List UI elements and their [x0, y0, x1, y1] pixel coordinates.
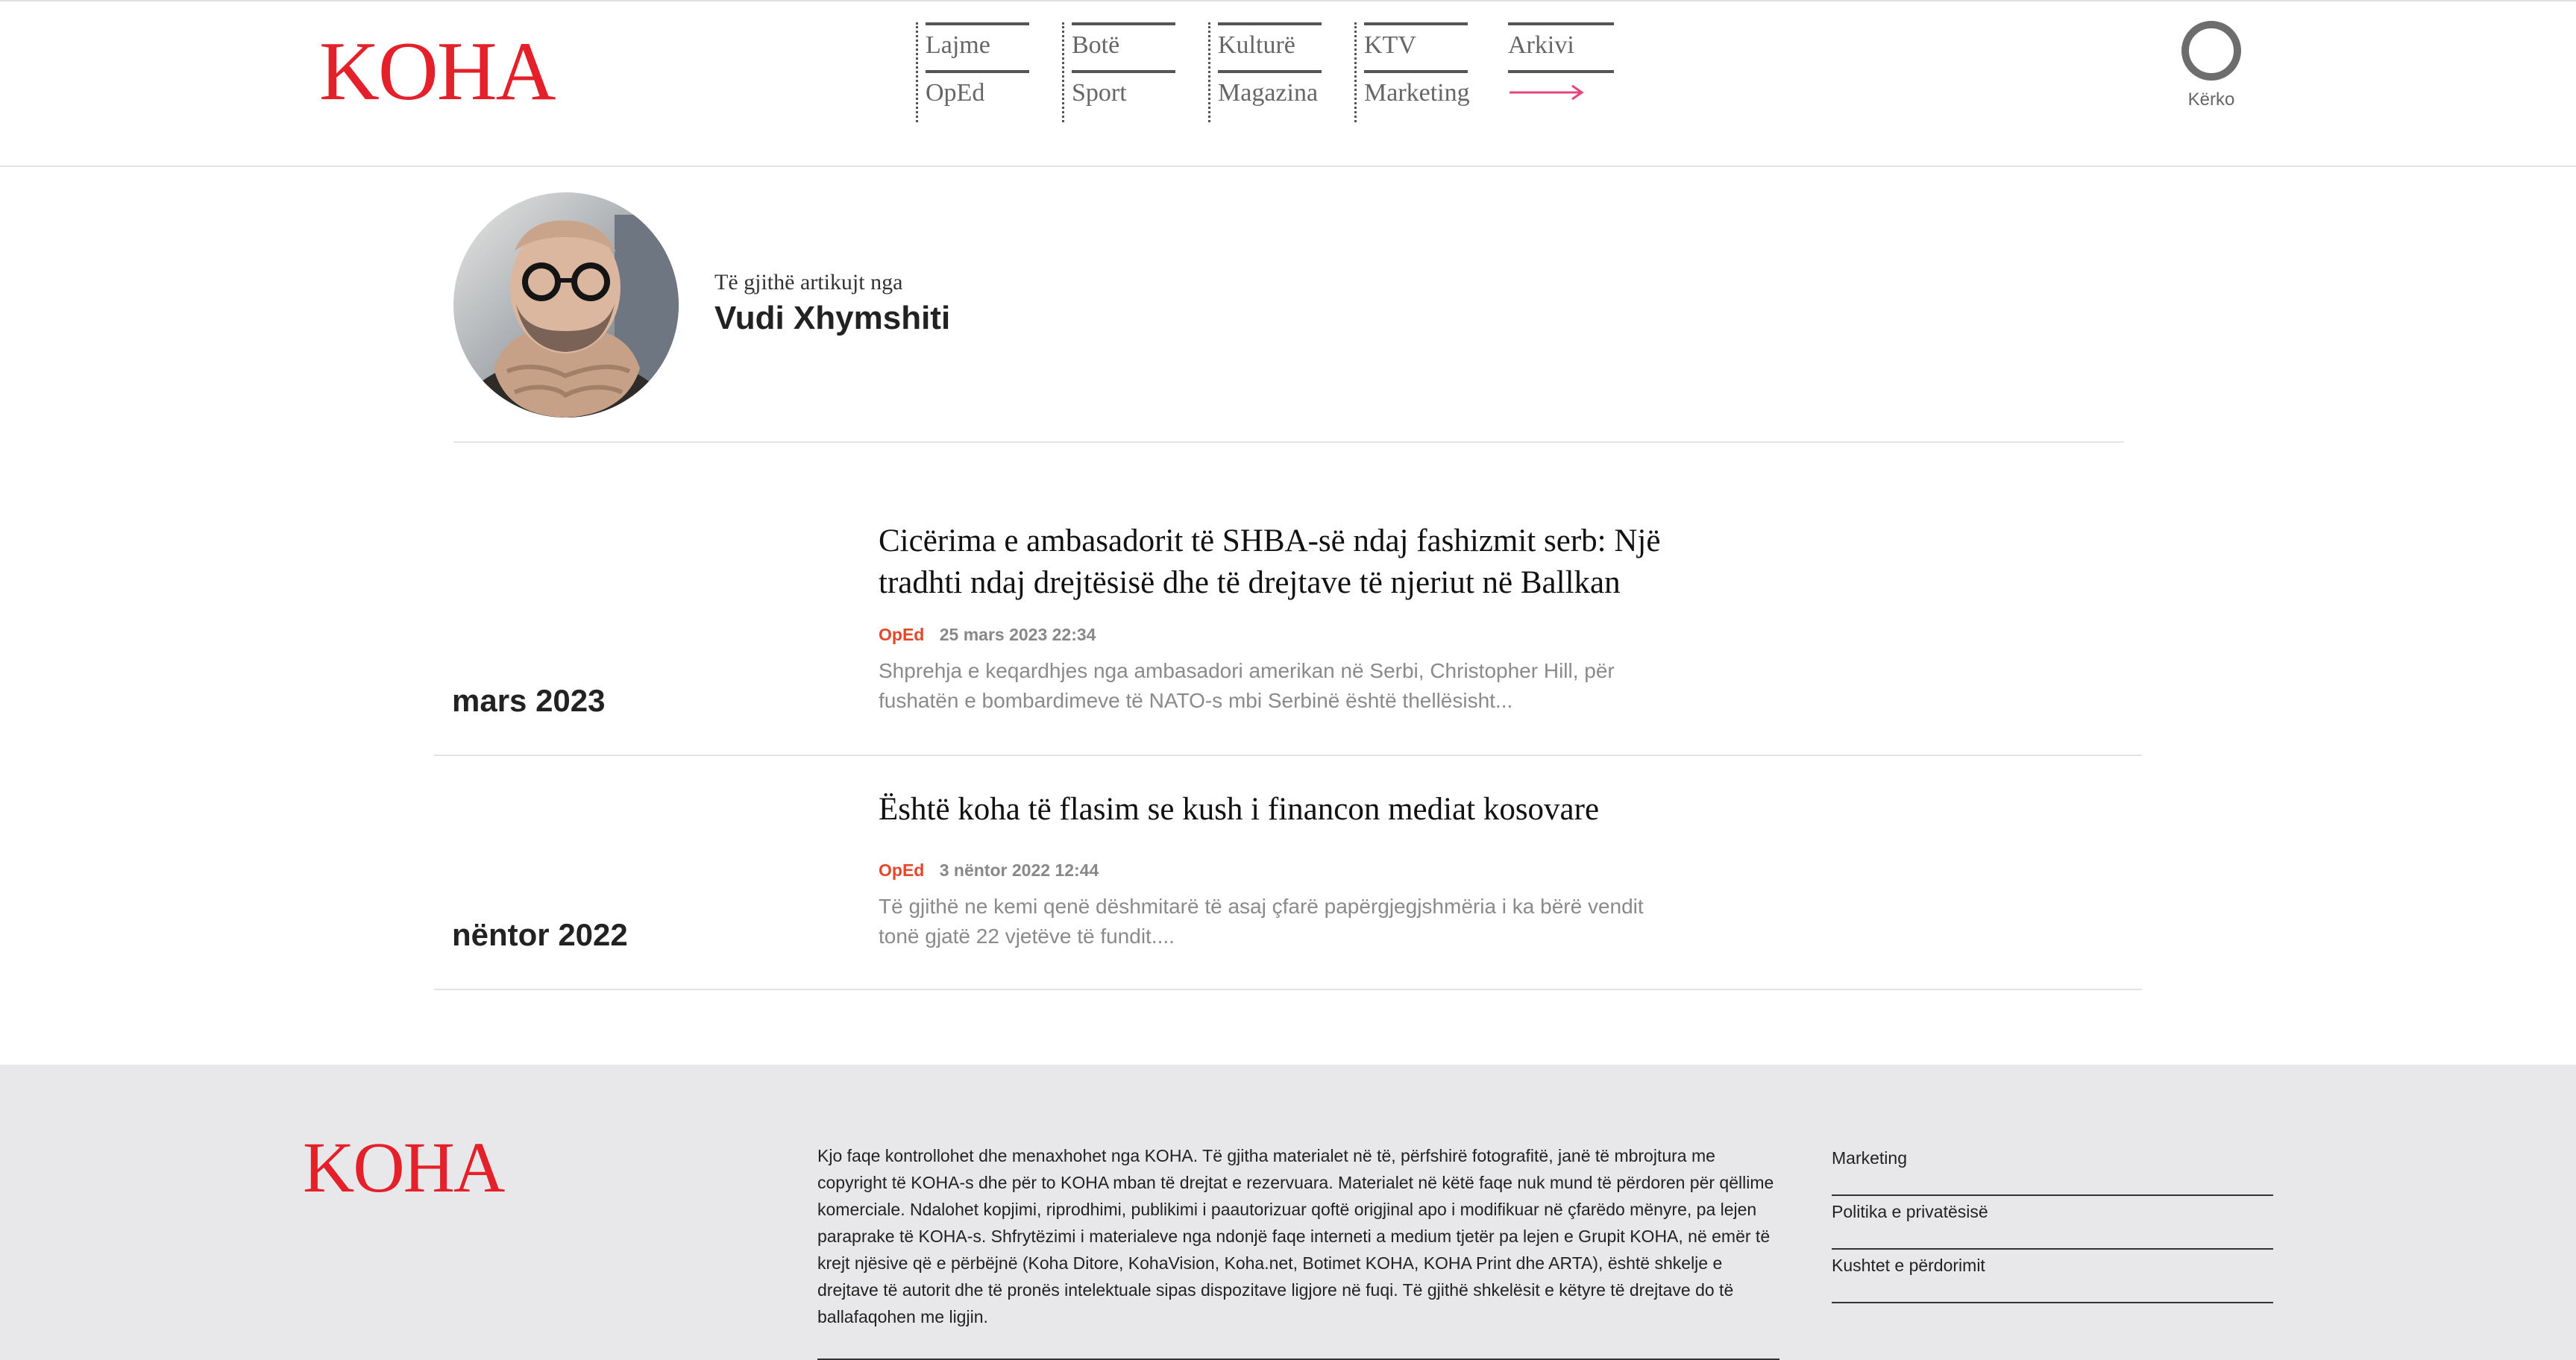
author-intro: Të gjithë artikujt nga — [714, 270, 903, 295]
nav-column-5: Arkivi — [1501, 22, 1614, 122]
nav-more-link[interactable] — [1508, 70, 1614, 118]
search-button[interactable]: Kërko — [2178, 21, 2245, 110]
nav-column-3: Kulturë Magazina — [1208, 22, 1322, 122]
nav-link-ktv[interactable]: KTV — [1364, 22, 1468, 70]
search-label: Kërko — [2187, 89, 2235, 110]
nav-link-marketing[interactable]: Marketing — [1364, 70, 1470, 118]
site-footer: KOHA Kjo faqe kontrollohet dhe menaxhohe… — [0, 1065, 2576, 1360]
footer-link-marketing[interactable]: Marketing — [1832, 1142, 2273, 1196]
author-name: Vudi Xhymshiti — [714, 300, 951, 336]
nav-link-magazina[interactable]: Magazina — [1218, 70, 1322, 118]
article-month: nëntor 2022 — [452, 917, 628, 952]
nav-link-bote[interactable]: Botë — [1072, 22, 1175, 70]
author-avatar — [453, 192, 679, 418]
article-category[interactable]: OpEd — [879, 860, 924, 880]
article-item: mars 2023 Cicërima e ambasadorit të SHBA… — [434, 520, 2142, 756]
nav-link-lajme[interactable]: Lajme — [926, 22, 1029, 70]
article-excerpt[interactable]: Të gjithë ne kemi qenë dëshmitarë të asa… — [879, 892, 1654, 951]
nav-link-sport[interactable]: Sport — [1072, 70, 1175, 118]
article-meta: OpEd 25 mars 2023 22:34 — [879, 625, 1096, 645]
nav-column-2: Botë Sport — [1062, 22, 1175, 122]
footer-link-privacy[interactable]: Politika e privatësisë — [1832, 1196, 2273, 1250]
article-category[interactable]: OpEd — [879, 625, 924, 644]
search-ring-icon — [2181, 21, 2241, 81]
arrow-right-icon — [1510, 84, 1584, 101]
article-item: nëntor 2022 Është koha të flasim se kush… — [434, 755, 2142, 990]
nav-link-kulture[interactable]: Kulturë — [1218, 22, 1322, 70]
nav-column-4: KTV Marketing — [1354, 22, 1470, 122]
article-date: 3 nëntor 2022 12:44 — [939, 860, 1099, 880]
article-title[interactable]: Është koha të flasim se kush i financon … — [879, 789, 1699, 831]
footer-logo[interactable]: KOHA — [303, 1132, 505, 1203]
article-month: mars 2023 — [452, 683, 606, 718]
article-excerpt[interactable]: Shprehja e keqardhjes nga ambasadori ame… — [879, 656, 1654, 716]
nav-link-arkivi[interactable]: Arkivi — [1508, 22, 1614, 70]
author-block: Të gjithë artikujt nga Vudi Xhymshiti — [453, 192, 2124, 443]
site-header: KOHA Lajme OpEd Botë Sport Kulturë Magaz… — [0, 0, 2576, 167]
koha-logo[interactable]: KOHA — [319, 30, 556, 113]
article-meta: OpEd 3 nëntor 2022 12:44 — [879, 860, 1099, 881]
nav-link-oped[interactable]: OpEd — [926, 70, 1029, 118]
footer-copyright-text: Kjo faqe kontrollohet dhe menaxhohet nga… — [817, 1146, 1774, 1326]
article-date: 25 mars 2023 22:34 — [939, 625, 1096, 644]
footer-links: Marketing Politika e privatësisë Kushtet… — [1832, 1142, 2273, 1303]
nav-column-1: Lajme OpEd — [916, 22, 1029, 122]
article-title[interactable]: Cicërima e ambasadorit të SHBA-së ndaj f… — [879, 520, 1699, 604]
footer-link-terms[interactable]: Kushtet e përdorimit — [1832, 1250, 2273, 1303]
